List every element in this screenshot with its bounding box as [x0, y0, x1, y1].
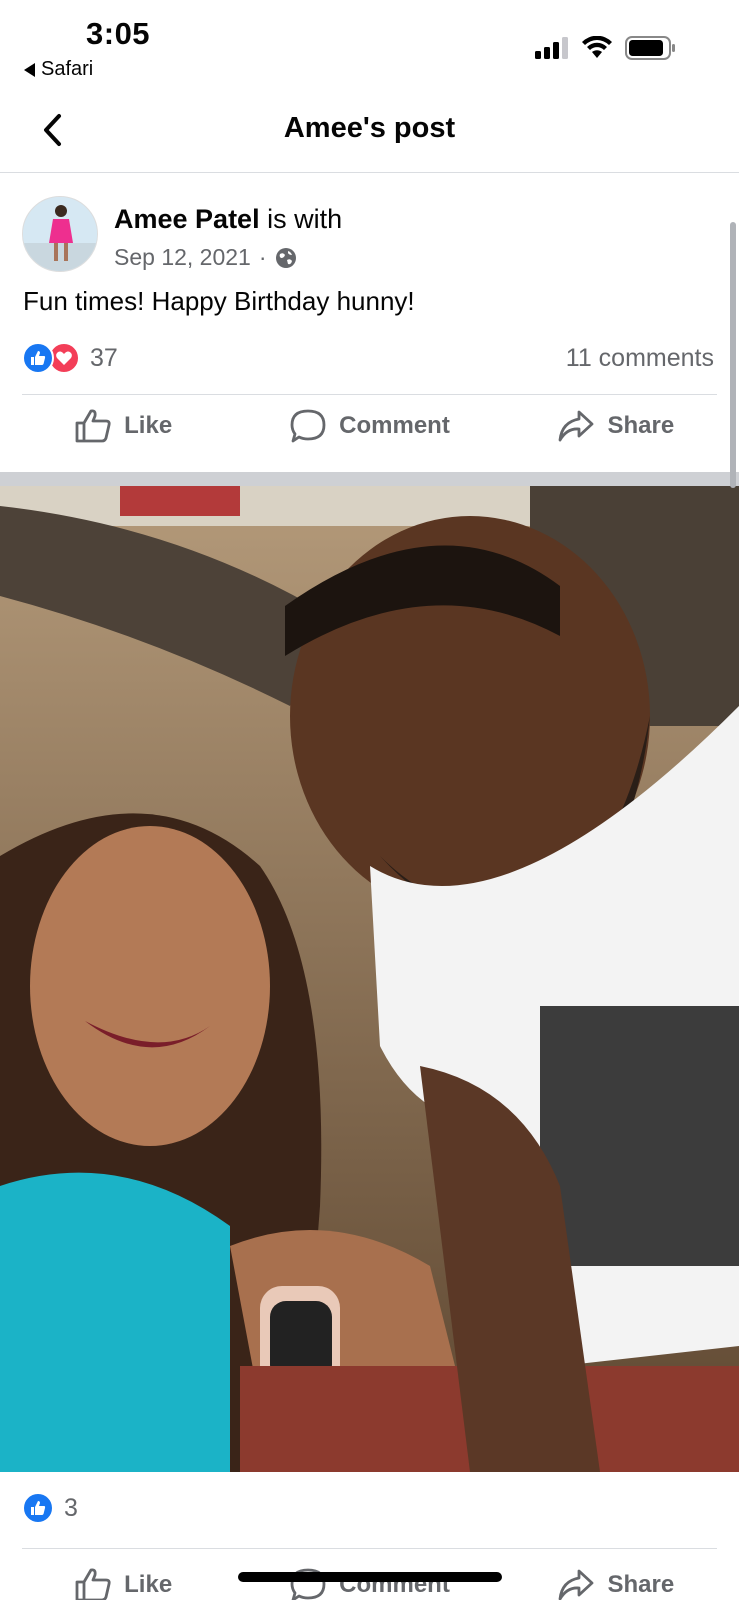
post-text: Fun times! Happy Birthday hunny! [23, 286, 415, 316]
divider [22, 1548, 717, 1549]
post-meta: Sep 12, 2021 · [114, 244, 297, 271]
photo-share-button[interactable]: Share [493, 1555, 739, 1600]
author-suffix: is with [267, 204, 343, 234]
battery-icon [625, 36, 675, 60]
system-icons [535, 36, 677, 60]
share-arrow-icon [559, 1569, 594, 1600]
share-arrow-icon [559, 410, 594, 442]
page-title: Amee's post [283, 112, 456, 144]
wifi-icon [582, 36, 612, 58]
back-to-safari-link[interactable]: Safari [24, 58, 93, 81]
thumbs-up-icon [75, 1568, 111, 1600]
back-app-label: Safari [41, 58, 94, 80]
share-button[interactable]: Share [493, 396, 739, 456]
meta-separator: · [258, 244, 267, 270]
thumbs-up-icon [75, 409, 111, 443]
section-separator [0, 472, 739, 486]
post-header-bar: Amee's post [0, 88, 739, 173]
photo-reaction-count: 3 [64, 1493, 78, 1522]
home-indicator[interactable] [238, 1572, 502, 1582]
scrollbar[interactable] [730, 222, 736, 488]
share-label: Share [607, 1571, 675, 1598]
comment-label: Comment [339, 412, 450, 439]
author-name[interactable]: Amee Patel [114, 204, 260, 234]
cellular-signal-icon [535, 37, 568, 59]
reaction-count: 37 [90, 343, 118, 372]
photo-reactions-summary[interactable]: 3 [22, 1492, 78, 1524]
comment-bubble-icon [290, 409, 326, 443]
like-label: Like [124, 412, 173, 439]
status-bar: 3:05 Safari [0, 0, 739, 88]
photo-like-button[interactable]: Like [0, 1555, 246, 1600]
reactions-summary[interactable]: 37 [22, 342, 118, 374]
globe-icon [275, 247, 296, 268]
comments-count[interactable]: 11 comments [566, 344, 714, 373]
back-triangle-icon [24, 62, 35, 77]
comment-button[interactable]: Comment [246, 396, 492, 456]
like-label: Like [124, 1571, 173, 1598]
avatar-image [23, 197, 97, 271]
like-reaction-icon [22, 342, 54, 374]
clock: 3:05 [86, 16, 151, 51]
post-date[interactable]: Sep 12, 2021 [114, 244, 251, 271]
post-photo[interactable] [0, 486, 739, 1472]
avatar[interactable] [22, 196, 98, 272]
like-reaction-icon [22, 1492, 54, 1524]
photo-image [0, 486, 739, 1472]
share-label: Share [607, 412, 675, 439]
divider [22, 394, 717, 395]
like-button[interactable]: Like [0, 396, 246, 456]
author-line: Amee Patel is with [114, 204, 342, 235]
post-action-bar: Like Comment Share [0, 396, 739, 456]
